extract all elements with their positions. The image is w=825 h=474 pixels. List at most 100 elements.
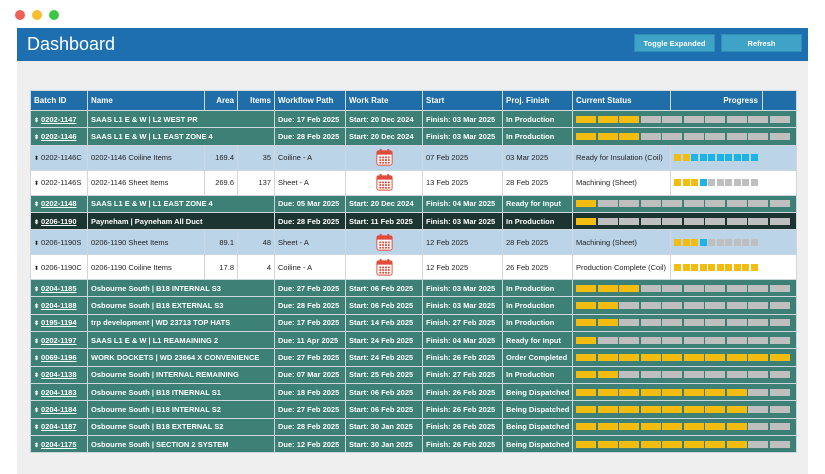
expand-sort-icon[interactable]: ⬍ [34,443,39,449]
sub-row[interactable]: ⬍ 0206-1190C 0206-1190 Coiline Items 17.8 4 C… [30,254,797,281]
calendar-icon[interactable] [375,258,394,277]
area-cell: 269.6 [204,169,238,196]
batch-id-cell[interactable]: ⬍ 0204-1138 [30,365,88,384]
batch-row[interactable]: ⬍ 0206-1190 Payneham | Payneham All Duct Du… [30,211,797,231]
col-batch-id-header[interactable]: Batch ID [30,90,88,111]
sub-row[interactable]: ⬍ 0202-1146C 0202-1146 Coiline Items 169.4 3… [30,144,797,171]
sub-row[interactable]: ⬍ 0206-1190S 0206-1190 Sheet Items 89.1 48 Sh… [30,229,797,256]
progress-segment [705,217,725,225]
col-work-rate-header[interactable]: Work Rate [345,90,423,111]
batch-id-link[interactable]: 0204-1175 [41,440,76,449]
col-start-header[interactable]: Start [422,90,503,111]
expand-sort-icon[interactable]: ⬍ [34,321,39,327]
progress-segment [597,388,618,396]
col-progress-header[interactable]: Progress [670,90,763,111]
sub-row[interactable]: ⬍ 0202-1146S 0202-1146 Sheet Items 269.6 137… [30,169,797,196]
sort-icon: ⬍ [34,240,40,247]
batch-row[interactable]: ⬍ 0204-1184 Osbourne South | B18 INTERNAL … [30,400,797,419]
due-date-cell: Due: 17 Feb 2025 [274,109,346,129]
batch-id-link[interactable]: 0202-1197 [41,336,76,345]
progress-segment [640,302,661,310]
batch-id-link[interactable]: 0204-1138 [41,370,76,379]
batch-id-link[interactable]: 0206-1190 [41,217,76,226]
batch-id-link[interactable]: 0204-1184 [41,405,76,414]
expand-sort-icon[interactable]: ⬍ [34,391,39,397]
expand-sort-icon[interactable]: ⬍ [34,408,39,414]
progress-cell [572,211,797,231]
work-rate-cell[interactable] [345,169,423,196]
batch-id-link[interactable]: 0202-1147 [41,115,76,124]
expand-sort-icon[interactable]: ⬍ [34,373,39,379]
close-dot[interactable] [15,10,25,20]
calendar-icon[interactable] [375,173,394,192]
minimize-dot[interactable] [32,10,42,20]
batch-id-link[interactable]: 0204-1185 [41,284,76,293]
batch-row[interactable]: ⬍ 0204-1188 Osbourne South | B18 EXTERNAL … [30,296,797,315]
batch-row[interactable]: ⬍ 0204-1185 Osbourne South | B18 INTERNAL … [30,279,797,298]
work-rate-cell[interactable] [345,144,423,171]
start-cell: 12 Feb 2025 [422,229,503,256]
expand-sort-icon[interactable]: ⬍ [34,202,39,208]
col-proj-finish-header[interactable]: Proj. Finish [502,90,573,111]
col-current-status-header[interactable]: Current Status [572,90,671,111]
batch-row[interactable]: ⬍ 0204-1175 Osbourne South | SECTION 2 SYS… [30,434,797,454]
batch-id-link[interactable]: 0202-1148 [41,199,76,208]
batch-row[interactable]: ⬍ 0202-1147 SAAS L1 E & W | L2 WEST PR Due:… [30,109,797,129]
start-date-cell: Start: 24 Feb 2025 [345,348,423,367]
batch-id-cell[interactable]: ⬍ 0202-1146 [30,127,88,146]
batch-id-cell[interactable]: ⬍ 0204-1187 [30,417,88,436]
batch-id-link[interactable]: 0204-1183 [41,388,76,397]
expand-sort-icon[interactable]: ⬍ [34,287,39,293]
batch-id-link[interactable]: 0195-1194 [41,318,76,327]
expand-sort-icon[interactable]: ⬍ [34,304,39,310]
progress-segment [576,440,596,448]
batch-id-link[interactable]: 0069-1196 [41,353,76,362]
batch-id-link[interactable]: 0204-1188 [41,301,76,310]
batch-row[interactable]: ⬍ 0202-1148 SAAS L1 E & W | L1 EAST ZONE 4… [30,194,797,213]
batch-row[interactable]: ⬍ 0204-1187 Osbourne South | B18 EXTERNAL … [30,417,797,436]
col-name-header[interactable]: Name [87,90,205,111]
batch-row[interactable]: ⬍ 0202-1146 SAAS L1 E & W | L1 EAST ZONE 4… [30,127,797,146]
batch-id-cell[interactable]: ⬍ 0202-1147 [30,109,88,129]
col-area-header[interactable]: Area [204,90,238,111]
batch-id-link[interactable]: 0204-1187 [41,422,76,431]
batch-id-cell[interactable]: ⬍ 0204-1175 [30,434,88,454]
batch-id-cell[interactable]: ⬍ 0204-1185 [30,279,88,298]
progress-segment [683,388,704,396]
batch-id-cell[interactable]: ⬍ 0204-1183 [30,382,88,402]
batch-row[interactable]: ⬍ 0202-1197 SAAS L1 E & W | L1 REAMAINING … [30,331,797,350]
expand-sort-icon[interactable]: ⬍ [34,118,39,124]
work-rate-cell[interactable] [345,254,423,281]
refresh-button[interactable]: Refresh [721,34,802,52]
expand-sort-icon[interactable]: ⬍ [34,220,39,226]
progress-segment [640,200,661,208]
batch-row[interactable]: ⬍ 0204-1138 Osbourne South | INTERNAL REMA… [30,365,797,384]
progress-bar [576,200,793,208]
expand-sort-icon[interactable]: ⬍ [34,339,39,345]
batch-id-cell[interactable]: ⬍ 0202-1148 [30,194,88,213]
batch-id-cell[interactable]: ⬍ 0206-1190 [30,211,88,231]
proj-finish-cell: 28 Feb 2025 [502,229,573,256]
col-workflow-path-header[interactable]: Workflow Path [274,90,346,111]
toggle-expanded-button[interactable]: Toggle Expanded [634,34,715,52]
expand-sort-icon[interactable]: ⬍ [34,425,39,431]
maximize-dot[interactable] [49,10,59,20]
expand-sort-icon[interactable]: ⬍ [34,356,39,362]
batch-id-link[interactable]: 0202-1146 [41,132,76,141]
page-title: Dashboard [27,34,116,54]
col-items-header[interactable]: Items [237,90,275,111]
batch-row[interactable]: ⬍ 0069-1196 WORK DOCKETS | WD 23664 X CONV… [30,348,797,367]
batch-id-cell[interactable]: ⬍ 0195-1194 [30,313,88,333]
expand-sort-icon[interactable]: ⬍ [34,135,39,141]
calendar-icon[interactable] [375,233,394,252]
work-rate-cell[interactable] [345,229,423,256]
calendar-icon[interactable] [375,148,394,167]
batch-id-cell[interactable]: ⬍ 0204-1184 [30,400,88,419]
batch-row[interactable]: ⬍ 0204-1183 Osbourne South | B18 ITNERNAL … [30,382,797,402]
batch-id-cell[interactable]: ⬍ 0204-1188 [30,296,88,315]
batch-id-cell[interactable]: ⬍ 0069-1196 [30,348,88,367]
batch-row[interactable]: ⬍ 0195-1194 trp development | WD 23713 TOP… [30,313,797,333]
proj-finish-cell: 28 Feb 2025 [502,169,573,196]
batch-id-cell[interactable]: ⬍ 0202-1197 [30,331,88,350]
progress-segment [769,440,790,448]
